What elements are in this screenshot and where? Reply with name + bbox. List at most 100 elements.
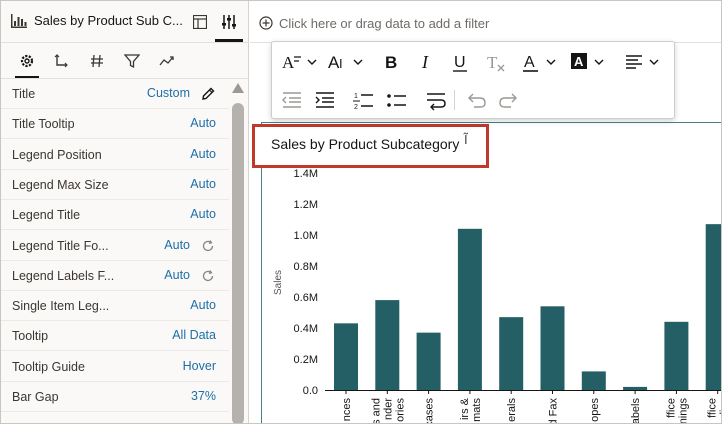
- property-row[interactable]: Title Custom: [1, 79, 229, 109]
- svg-text:T: T: [487, 53, 498, 72]
- property-row[interactable]: Legend Max Size Auto: [1, 170, 229, 200]
- align-button[interactable]: [624, 50, 664, 74]
- property-label: Legend Title Fo...: [12, 238, 109, 253]
- property-row[interactable]: Legend Labels F... Auto: [1, 261, 229, 291]
- text-wrap-button[interactable]: [424, 88, 448, 112]
- highlight-color-button[interactable]: A: [570, 50, 610, 74]
- numbered-list-button[interactable]: 1 2: [352, 88, 376, 112]
- property-row[interactable]: Legend Position Auto: [1, 140, 229, 170]
- bar[interactable]: [664, 321, 689, 390]
- property-row[interactable]: Single Item Leg... Auto: [1, 291, 229, 322]
- filter-bar[interactable]: Click here or drag data to add a filter: [250, 1, 721, 43]
- panel-header: Sales by Product Sub C...: [1, 1, 249, 43]
- property-row[interactable]: Bar Gap 37%: [1, 382, 229, 412]
- property-row[interactable]: Legend Title Fo... Auto: [1, 231, 229, 261]
- bar[interactable]: [540, 306, 565, 390]
- font-family-button[interactable]: A: [280, 50, 324, 74]
- layout-icon[interactable]: [193, 15, 207, 29]
- underline-button[interactable]: U: [449, 50, 473, 74]
- property-value[interactable]: Auto: [190, 147, 216, 161]
- svg-text:A: A: [574, 54, 584, 69]
- properties-icon[interactable]: [221, 14, 237, 30]
- x-tick-label: ffice: [665, 398, 677, 418]
- x-tick-label: mats: [471, 398, 483, 422]
- x-tick-label: ffice: [707, 398, 719, 418]
- chart-title[interactable]: Sales by Product Subcategory: [271, 136, 459, 152]
- property-value[interactable]: Auto: [190, 177, 216, 191]
- bold-button[interactable]: B: [380, 50, 404, 74]
- font-size-icon: A I: [328, 53, 363, 72]
- bar[interactable]: [499, 317, 524, 390]
- indent-button[interactable]: [313, 88, 337, 112]
- indent-icon: [315, 92, 334, 108]
- svg-text:1: 1: [354, 93, 358, 100]
- undo-button[interactable]: [464, 88, 488, 112]
- number-format-icon[interactable]: [89, 53, 105, 69]
- property-label: Tooltip Guide: [12, 359, 85, 374]
- property-label: Bar Gap: [12, 390, 59, 404]
- property-value[interactable]: All Data: [172, 328, 216, 342]
- font-size-button[interactable]: A I: [326, 50, 370, 74]
- property-row[interactable]: Tooltip All Data: [1, 321, 229, 352]
- property-value[interactable]: 37%: [191, 389, 216, 403]
- property-value[interactable]: Custom: [147, 86, 190, 100]
- bar[interactable]: [334, 323, 358, 390]
- property-label: Legend Position: [12, 147, 102, 162]
- property-value[interactable]: Auto: [164, 238, 190, 252]
- bar[interactable]: [416, 332, 441, 390]
- x-tick-label: irs &: [459, 397, 471, 420]
- add-filter-icon[interactable]: [259, 16, 273, 30]
- active-tab-indicator: [215, 39, 243, 42]
- filter-placeholder[interactable]: Click here or drag data to add a filter: [279, 16, 489, 31]
- property-value[interactable]: Auto: [190, 207, 216, 221]
- scroll-thumb[interactable]: [232, 103, 244, 423]
- properties-panel: Sales by Product Sub C... Title Custom T…: [1, 1, 249, 423]
- property-label: Single Item Leg...: [12, 299, 110, 314]
- bar[interactable]: [375, 300, 400, 390]
- property-row[interactable]: Legend Title Auto: [1, 200, 229, 231]
- property-label: Legend Max Size: [12, 177, 109, 192]
- bullet-list-icon: [387, 94, 406, 107]
- clear-format-button[interactable]: T: [483, 50, 507, 74]
- axis-icon[interactable]: [53, 53, 69, 69]
- x-tick-label: abels: [630, 398, 642, 424]
- redo-button[interactable]: [497, 88, 521, 112]
- bar-chart[interactable]: Sales 0.0 0.2M 0.4M 0.6M 0.8M 1.0M 1.2M 1.4M nces…: [263, 165, 722, 424]
- pencil-icon[interactable]: [200, 86, 216, 102]
- x-tick-label: ories: [394, 398, 406, 422]
- property-row[interactable]: Tooltip Guide Hover: [1, 352, 229, 382]
- bar[interactable]: [623, 386, 648, 390]
- property-value[interactable]: Auto: [190, 116, 216, 130]
- bar[interactable]: [705, 224, 722, 390]
- filter-icon[interactable]: [124, 53, 140, 69]
- italic-icon: I: [421, 52, 429, 72]
- y-tick-label: 1.4M: [294, 168, 318, 180]
- wrap-icon: [427, 93, 446, 111]
- bar[interactable]: [457, 228, 482, 390]
- reset-icon[interactable]: [200, 268, 216, 284]
- scrollbar[interactable]: [231, 83, 245, 423]
- reset-icon[interactable]: [200, 238, 216, 254]
- italic-button[interactable]: I: [415, 50, 439, 74]
- y-tick-label: 1.0M: [294, 230, 318, 242]
- highlight-color-icon: A: [571, 53, 604, 69]
- x-tick-label: nder: [382, 398, 394, 420]
- gear-icon[interactable]: [19, 53, 35, 69]
- outdent-button[interactable]: [280, 88, 304, 112]
- property-label: Legend Title: [12, 208, 81, 223]
- y-tick-label: 0.2M: [294, 354, 318, 366]
- property-value[interactable]: Auto: [190, 298, 216, 312]
- x-tick-label: opes: [589, 398, 601, 422]
- analytics-icon[interactable]: [159, 53, 175, 69]
- property-row[interactable]: Title Tooltip Auto: [1, 109, 229, 140]
- font-color-icon: A: [523, 54, 556, 72]
- property-value[interactable]: Auto: [164, 268, 190, 282]
- font-color-button[interactable]: A: [522, 50, 562, 74]
- scroll-up-arrow-icon[interactable]: [232, 83, 244, 93]
- property-value[interactable]: Hover: [183, 359, 216, 373]
- bullet-list-button[interactable]: [385, 88, 409, 112]
- x-tick-label: erals: [506, 398, 518, 422]
- bar[interactable]: [581, 371, 606, 390]
- bar-chart-icon: [11, 14, 27, 28]
- svg-text:U: U: [454, 54, 466, 71]
